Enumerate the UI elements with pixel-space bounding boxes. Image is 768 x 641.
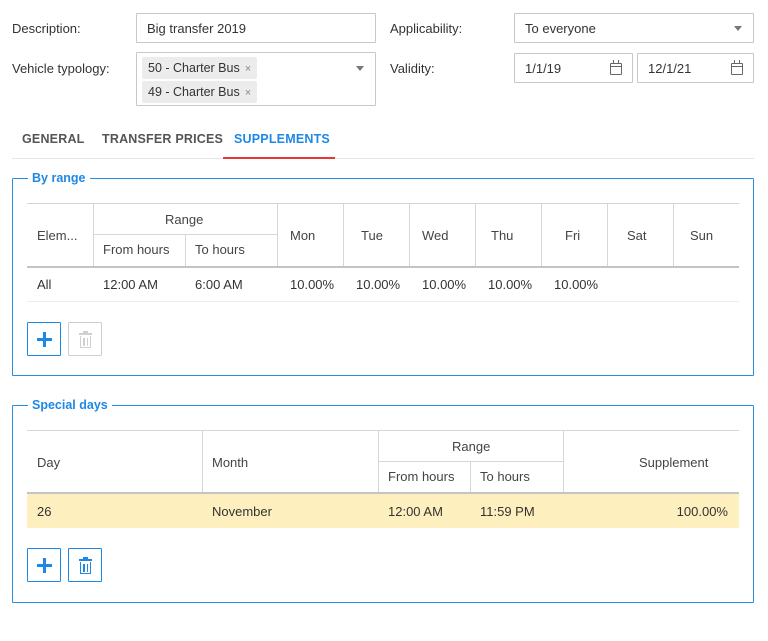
cell-from-hours: 12:00 AM (103, 277, 158, 292)
table-border (27, 301, 739, 302)
table-border (277, 203, 278, 266)
cell-wed: 10.00% (422, 277, 467, 292)
table-border (673, 203, 674, 266)
column-header-range: Range (452, 439, 491, 454)
validity-from-value: 1/1/19 (525, 61, 562, 76)
validity-label: Validity: (390, 61, 435, 76)
validity-to-date[interactable]: 12/1/21 (637, 53, 754, 83)
applicability-select[interactable]: To everyone (514, 13, 754, 43)
active-tab-indicator (223, 157, 335, 159)
remove-tag-icon[interactable]: × (245, 87, 251, 99)
cell-fri: 10.00% (554, 277, 599, 292)
applicability-label: Applicability: (390, 21, 463, 36)
table-border (27, 430, 739, 431)
column-header-sat[interactable]: Sat (627, 228, 647, 243)
table-border (475, 203, 476, 266)
table-border (607, 203, 608, 266)
column-header-tue[interactable]: Tue (361, 228, 383, 243)
column-header-range: Range (165, 212, 204, 227)
validity-to-value: 12/1/21 (648, 61, 692, 76)
column-header-wed[interactable]: Wed (422, 228, 449, 243)
cell-tue: 10.00% (356, 277, 401, 292)
column-header-sun[interactable]: Sun (690, 228, 713, 243)
delete-range-button[interactable] (68, 322, 102, 356)
table-border (378, 430, 379, 492)
by-range-title: By range (28, 171, 90, 185)
cell-from-hours: 12:00 AM (388, 504, 443, 519)
table-border (202, 430, 203, 492)
tab-transfer-prices[interactable]: TRANSFER PRICES (102, 132, 223, 146)
column-header-element[interactable]: Elem... (37, 228, 77, 243)
cell-thu: 10.00% (488, 277, 533, 292)
chevron-down-icon (356, 66, 364, 71)
vehicle-tag-label: 50 - Charter Bus (148, 61, 240, 75)
vehicle-typology-label: Vehicle typology: (12, 61, 110, 76)
vehicle-typology-multiselect[interactable]: 50 - Charter Bus × 49 - Charter Bus × (136, 52, 376, 106)
add-special-day-button[interactable] (27, 548, 61, 582)
column-header-to-hours[interactable]: To hours (195, 242, 245, 257)
delete-special-day-button[interactable] (68, 548, 102, 582)
applicability-value: To everyone (525, 21, 596, 36)
tab-bar: GENERAL TRANSFER PRICES SUPPLEMENTS (12, 124, 754, 159)
calendar-icon[interactable] (610, 60, 622, 75)
validity-from-date[interactable]: 1/1/19 (514, 53, 633, 83)
table-border (185, 234, 186, 266)
cell-mon: 10.00% (290, 277, 335, 292)
table-border (541, 203, 542, 266)
calendar-icon[interactable] (731, 60, 743, 75)
description-input[interactable]: Big transfer 2019 (136, 13, 376, 43)
cell-month: November (212, 504, 272, 519)
tab-supplements[interactable]: SUPPLEMENTS (234, 132, 330, 146)
column-header-mon[interactable]: Mon (290, 228, 315, 243)
table-row[interactable] (27, 494, 739, 528)
tab-general[interactable]: GENERAL (22, 132, 85, 146)
table-border (378, 461, 564, 462)
special-days-title: Special days (28, 398, 112, 412)
chevron-down-icon (734, 26, 742, 31)
trash-icon (79, 331, 92, 348)
remove-tag-icon[interactable]: × (245, 63, 251, 75)
table-border (563, 430, 564, 492)
column-header-from-hours[interactable]: From hours (103, 242, 169, 257)
cell-day: 26 (37, 504, 52, 519)
vehicle-tag: 49 - Charter Bus × (142, 81, 258, 103)
column-header-day[interactable]: Day (37, 455, 60, 470)
column-header-fri[interactable]: Fri (565, 228, 580, 243)
vehicle-tag: 50 - Charter Bus × (142, 57, 258, 79)
table-border (470, 461, 471, 492)
add-range-button[interactable] (27, 322, 61, 356)
cell-to-hours: 6:00 AM (195, 277, 243, 292)
table-border (27, 203, 739, 204)
column-header-supplement[interactable]: Supplement (639, 455, 708, 470)
column-header-month[interactable]: Month (212, 455, 248, 470)
table-border (343, 203, 344, 266)
column-header-to-hours[interactable]: To hours (480, 469, 530, 484)
cell-to-hours: 11:59 PM (480, 504, 535, 519)
table-border (93, 203, 94, 266)
trash-icon (79, 557, 92, 574)
vehicle-tag-label: 49 - Charter Bus (148, 85, 240, 99)
table-border (409, 203, 410, 266)
cell-supplement: 100.00% (676, 504, 728, 519)
cell-element: All (37, 277, 52, 292)
column-header-from-hours[interactable]: From hours (388, 469, 454, 484)
description-label: Description: (12, 21, 81, 36)
description-value: Big transfer 2019 (147, 21, 247, 36)
column-header-thu[interactable]: Thu (491, 228, 513, 243)
